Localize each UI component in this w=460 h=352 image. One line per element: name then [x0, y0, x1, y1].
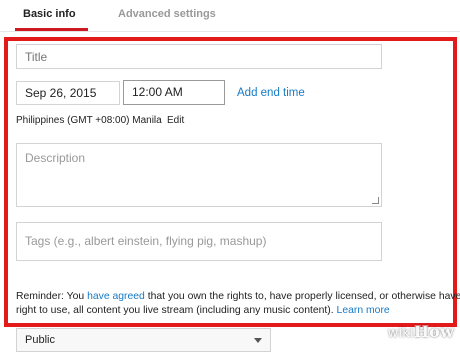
description-placeholder: Description [25, 151, 86, 165]
learn-more-link[interactable]: Learn more [337, 305, 390, 316]
reminder-prefix: Reminder: You [16, 291, 88, 302]
date-field[interactable]: Sep 26, 2015 [16, 81, 120, 105]
wikihow-watermark: wikiHow [388, 322, 454, 341]
chevron-down-icon [254, 338, 262, 343]
reminder-text: Reminder: You have agreed that you own t… [16, 290, 460, 318]
tab-bar: Basic info Advanced settings [0, 0, 460, 32]
title-input[interactable] [16, 44, 382, 69]
tab-advanced-settings[interactable]: Advanced settings [118, 8, 216, 20]
privacy-selected: Public [25, 334, 55, 346]
tab-basic-info[interactable]: Basic info [23, 8, 76, 20]
tags-input[interactable]: Tags (e.g., albert einstein, flying pig,… [16, 222, 382, 261]
add-end-time-link[interactable]: Add end time [237, 87, 305, 99]
have-agreed-link[interactable]: have agreed [87, 291, 145, 302]
description-textarea[interactable]: Description [16, 143, 382, 207]
reminder-line2: right to use, all content you live strea… [16, 305, 337, 316]
watermark-how: How [413, 322, 454, 341]
active-tab-indicator [15, 28, 88, 31]
watermark-wiki: wiki [387, 326, 414, 341]
privacy-dropdown[interactable]: Public [16, 328, 271, 352]
time-field[interactable]: 12:00 AM [123, 80, 225, 105]
timezone-edit-link[interactable]: Edit [167, 115, 184, 126]
reminder-middle: that you own the rights to, have properl… [144, 291, 460, 302]
tags-placeholder: Tags (e.g., albert einstein, flying pig,… [25, 234, 267, 248]
resize-grip-icon[interactable] [372, 197, 379, 204]
timezone-label: Philippines (GMT +08:00) Manila [16, 115, 162, 126]
